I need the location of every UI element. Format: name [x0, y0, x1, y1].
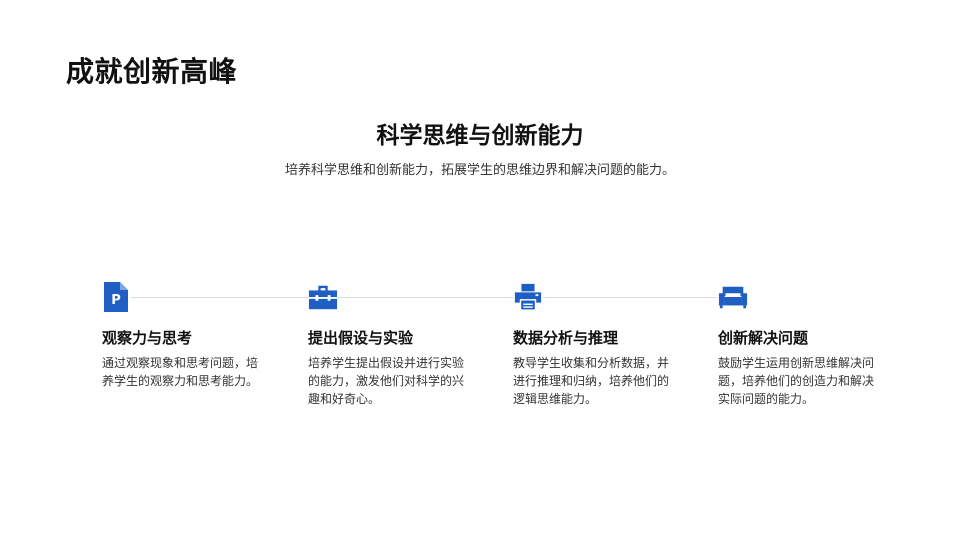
- timeline-line: [116, 297, 736, 298]
- step-desc-innovation: 鼓励学生运用创新思维解决问题，培养他们的创造力和解决实际问题的能力。: [718, 356, 875, 406]
- slide-title: 成就创新高峰: [66, 55, 238, 88]
- toolbox-icon: [308, 282, 338, 312]
- step-title-analysis: 数据分析与推理: [513, 329, 619, 347]
- section-subheading: 培养科学思维和创新能力，拓展学生的思维边界和解决问题的能力。: [284, 163, 675, 178]
- svg-text:P: P: [111, 293, 121, 308]
- step-title-observation: 观察力与思考: [102, 329, 193, 347]
- section-heading: 科学思维与创新能力: [376, 123, 584, 149]
- step-desc-analysis: 教导学生收集和分析数据，并进行推理和归纳，培养他们的逻辑思维能力。: [513, 356, 670, 406]
- step-title-hypothesis: 提出假设与实验: [308, 329, 414, 347]
- printer-icon: [513, 282, 543, 312]
- document-p-icon: P: [101, 282, 131, 312]
- step-desc-observation: 通过观察现象和思考问题，培养学生的观察力和思考能力。: [102, 356, 259, 388]
- sofa-icon: [718, 282, 748, 312]
- step-title-innovation: 创新解决问题: [718, 329, 809, 347]
- step-desc-hypothesis: 培养学生提出假设并进行实验的能力，激发他们对科学的兴趣和好奇心。: [308, 356, 465, 406]
